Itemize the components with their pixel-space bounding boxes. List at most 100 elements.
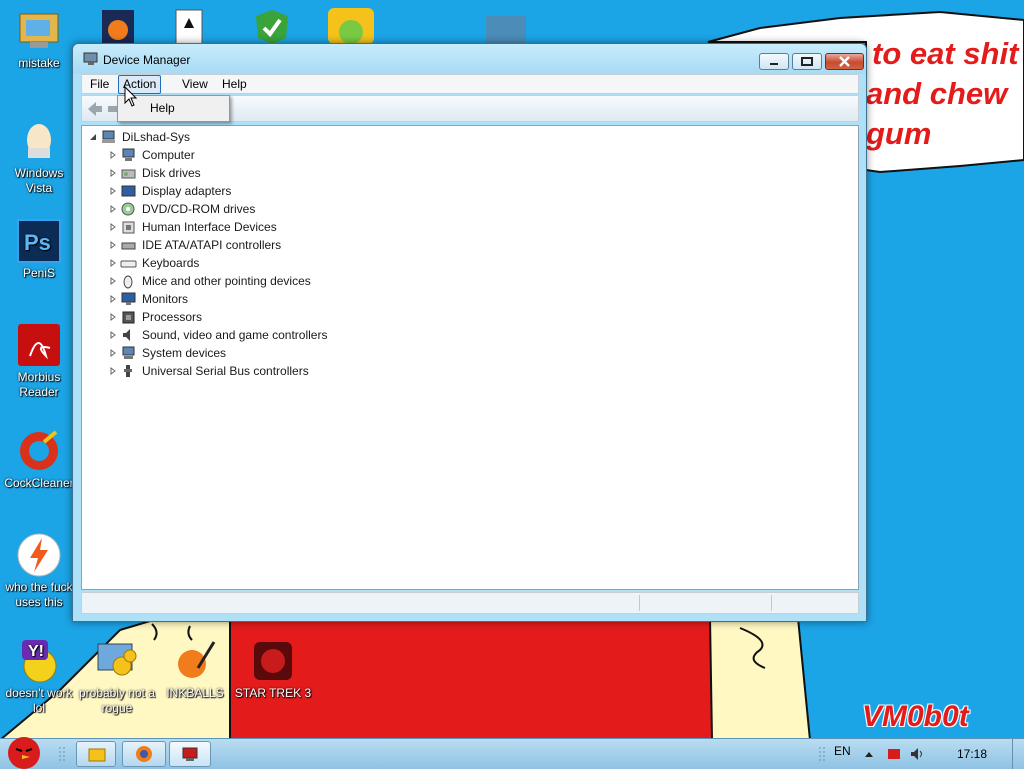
pdf-reader-icon xyxy=(18,324,60,366)
title-bar[interactable]: Device Manager xyxy=(73,44,866,74)
menu-view[interactable]: View xyxy=(178,76,212,93)
speech-bubble-line-2: and chew xyxy=(866,76,1008,111)
expand-arrow-icon[interactable] xyxy=(110,259,116,267)
minimize-icon xyxy=(770,63,778,65)
tree-item-label: DVD/CD-ROM drives xyxy=(142,202,256,216)
device-category-icon xyxy=(122,221,135,234)
expand-arrow-icon[interactable] xyxy=(110,313,116,321)
desktop-icon-star-trek-3[interactable]: STAR TREK 3 xyxy=(234,638,312,701)
tree-item-label: Mice and other pointing devices xyxy=(142,274,311,288)
device-category-icon xyxy=(121,202,135,216)
device-tree: DiLshad-Sys Computer Disk drives Display a… xyxy=(81,125,859,590)
gears-monitor-icon xyxy=(97,643,137,676)
svg-text:Ps: Ps xyxy=(24,230,51,255)
speech-bubble-line-1: to eat shit xyxy=(872,36,1019,71)
security-shield-shortcut-icon[interactable] xyxy=(252,8,292,44)
desktop-icon-label: CockCleaner xyxy=(4,476,74,490)
device-category-icon xyxy=(124,365,132,377)
desktop-icon-probably-not-a-rogue[interactable]: probably not a rogue xyxy=(78,638,156,716)
expand-arrow-icon[interactable] xyxy=(110,331,116,339)
desktop-icon-who-uses-this[interactable]: who the fuck uses this xyxy=(0,532,78,610)
tray-grip xyxy=(819,747,825,761)
expand-arrow-icon[interactable] xyxy=(110,169,116,177)
lightning-icon xyxy=(17,533,61,577)
clock[interactable]: 17:18 xyxy=(957,747,987,761)
tree-root-label: DiLshad-Sys xyxy=(122,130,191,144)
menu-file[interactable]: File xyxy=(86,76,113,93)
show-desktop-button[interactable] xyxy=(1012,739,1024,769)
tree-item-label: Keyboards xyxy=(142,256,200,270)
desktop-icon-windows-vista[interactable]: Windows Vista xyxy=(0,118,78,196)
volume-icon[interactable] xyxy=(910,747,926,761)
tree-item-label: IDE ATA/ATAPI controllers xyxy=(142,238,282,252)
tree-item-label: System devices xyxy=(142,346,227,360)
device-category-icon xyxy=(122,148,135,161)
egg-icon xyxy=(27,124,51,158)
photoshop-icon: Ps xyxy=(17,219,61,263)
close-icon xyxy=(839,56,850,67)
speech-bubble-line-3: gum xyxy=(866,116,932,151)
yahoo-messenger-icon: Y! xyxy=(22,640,57,683)
taskbar-grip xyxy=(59,747,65,761)
desktop-icon-label: Windows Vista xyxy=(14,166,64,195)
desktop-icon-label: Morbius Reader xyxy=(17,370,61,399)
desktop-icon-label: mistake xyxy=(18,56,60,70)
start-button-angry-bird-icon[interactable] xyxy=(0,731,52,769)
desktop-icon-label: who the fuck uses this xyxy=(5,580,73,609)
firefox-shortcut-icon[interactable] xyxy=(100,8,136,44)
expand-arrow-icon[interactable] xyxy=(110,223,116,231)
device-manager-window: Device Manager File Action View Help Hel… xyxy=(72,43,867,622)
tree-item-label: Display adapters xyxy=(142,184,232,198)
device-category-icon xyxy=(121,242,136,250)
desktop-icon-doesnt-work[interactable]: Y! doesn't work lol xyxy=(0,638,78,716)
inkball-icon xyxy=(178,641,216,678)
desktop-icon-mistake[interactable]: mistake xyxy=(0,8,78,71)
dropdown-item-help[interactable]: Help xyxy=(150,101,175,115)
device-manager-icon xyxy=(182,747,198,761)
expand-arrow-icon[interactable] xyxy=(110,205,116,213)
solitaire-shortcut-icon[interactable] xyxy=(172,8,204,44)
computer-folder-icon xyxy=(19,13,59,48)
desktop-icon-label: INKBALLS xyxy=(166,686,224,700)
tray-app-icon[interactable] xyxy=(886,747,902,761)
tree-item-label: Computer xyxy=(142,148,195,162)
svg-text:Y!: Y! xyxy=(28,643,44,660)
expand-arrow-icon[interactable] xyxy=(110,241,116,249)
desktop-icon-inkballs[interactable]: INKBALLS xyxy=(156,638,234,701)
desktop-icon-morbius-reader[interactable]: Morbius Reader xyxy=(0,322,78,400)
bad-piggies-shortcut-icon[interactable] xyxy=(328,8,374,44)
taskbar-device-manager-button[interactable] xyxy=(169,741,211,767)
tree-item-label: Processors xyxy=(142,310,203,324)
desktop-icon-label: doesn't work lol xyxy=(5,686,73,715)
maximize-button[interactable] xyxy=(792,53,822,70)
language-indicator[interactable]: EN xyxy=(834,744,851,758)
expand-arrow-icon[interactable] xyxy=(110,277,116,285)
app-shortcut-icon[interactable] xyxy=(484,10,528,44)
device-category-icon xyxy=(121,292,136,305)
expand-arrow-icon[interactable] xyxy=(110,367,116,375)
taskbar-explorer-button[interactable] xyxy=(76,741,116,767)
show-hidden-icons-arrow-icon[interactable] xyxy=(864,750,874,758)
device-category-icon xyxy=(123,329,130,341)
folder-icon xyxy=(88,748,106,762)
desktop-icon-label: probably not a rogue xyxy=(78,686,156,715)
minimize-button[interactable] xyxy=(759,53,789,70)
back-arrow-icon[interactable] xyxy=(86,100,104,118)
expand-arrow-icon[interactable] xyxy=(110,349,116,357)
taskbar-firefox-button[interactable] xyxy=(122,741,166,767)
taskbar: EN 17:18 xyxy=(0,737,1024,769)
expand-arrow-icon[interactable] xyxy=(110,151,116,159)
restore-icon xyxy=(801,57,813,66)
tree-item-label: Universal Serial Bus controllers xyxy=(142,364,309,378)
menu-help[interactable]: Help xyxy=(218,76,251,93)
window-title: Device Manager xyxy=(103,53,191,67)
device-category-icon xyxy=(122,346,135,359)
computer-icon xyxy=(102,130,115,143)
desktop-icon-cockcleaner[interactable]: CockCleaner xyxy=(0,428,78,491)
expand-arrow-icon[interactable] xyxy=(110,187,116,195)
expand-arrow-icon[interactable] xyxy=(110,295,116,303)
collapse-arrow-icon[interactable] xyxy=(90,133,96,141)
desktop-icon-penis[interactable]: Ps PeniS xyxy=(0,218,78,281)
star-wars-icon xyxy=(254,642,292,680)
close-button[interactable] xyxy=(825,53,864,70)
